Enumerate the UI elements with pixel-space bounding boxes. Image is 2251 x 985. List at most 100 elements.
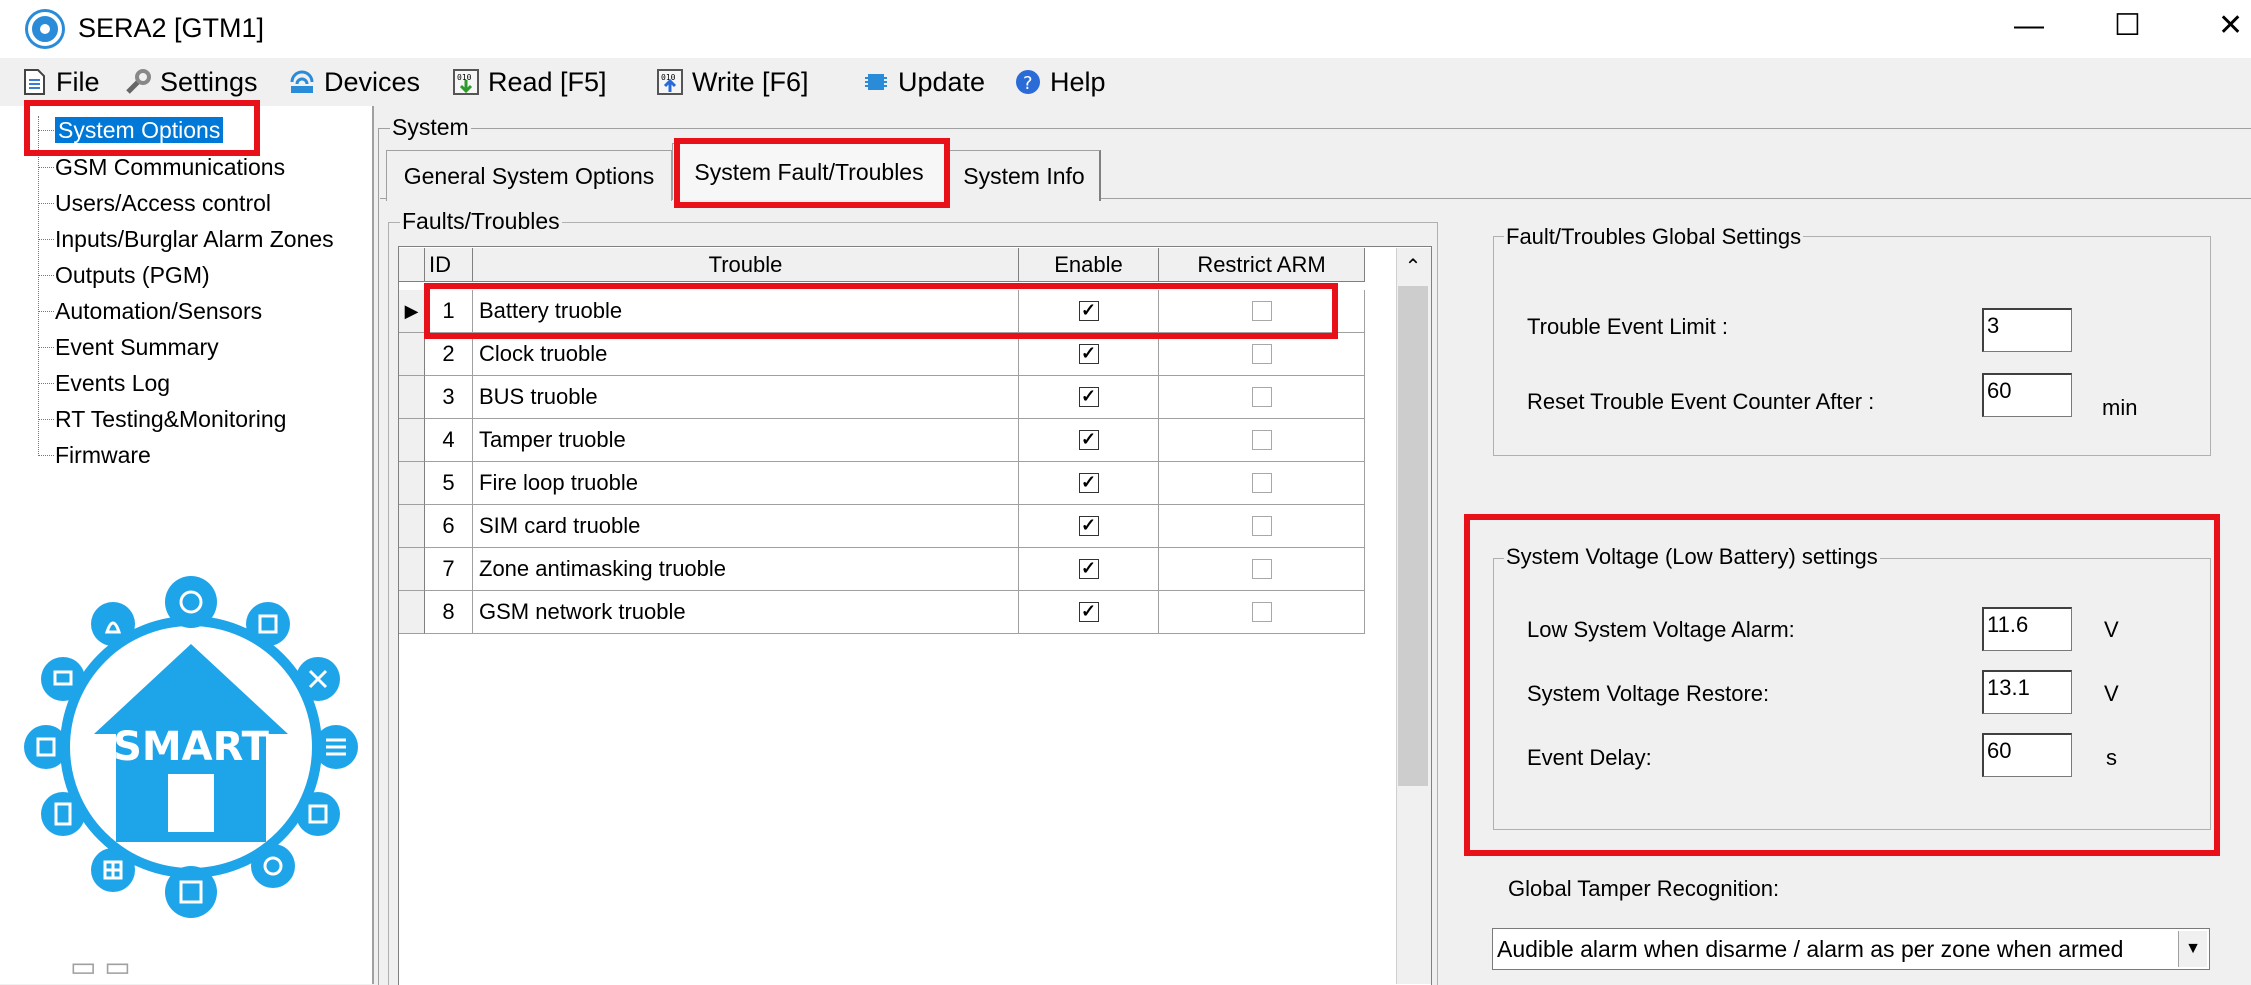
tree-connector (38, 275, 54, 276)
row-selector[interactable] (399, 505, 425, 548)
table-row[interactable]: 4 Tamper truoble ✓ (399, 419, 1365, 462)
current-row-arrow-icon[interactable]: ▶ (399, 290, 425, 333)
table-row[interactable]: 8 GSM network truoble ✓ (399, 591, 1365, 634)
table-row[interactable]: 7 Zone antimasking truoble ✓ (399, 548, 1365, 591)
restrict-arm-cell (1159, 419, 1365, 462)
menu-read-label: Read [F5] (488, 66, 607, 97)
tree-connector (38, 383, 54, 384)
menu-settings[interactable]: Settings (124, 64, 258, 100)
scroll-up-arrow-icon[interactable]: ⌃ (1398, 250, 1428, 284)
chip-icon (862, 68, 890, 96)
menu-file[interactable]: File (20, 64, 100, 100)
logo-text: SMART (113, 724, 270, 770)
restrict-arm-cell (1159, 591, 1365, 634)
row-id: 5 (425, 462, 473, 505)
column-header-restrict-arm[interactable]: Restrict ARM (1159, 248, 1365, 282)
row-trouble-name: BUS truoble (473, 376, 1019, 419)
menu-bar: File Settings Devices 010 Read [F5] 010 … (0, 58, 2251, 106)
global-settings-group (1493, 236, 2211, 456)
tree-connector (38, 311, 54, 312)
enable-cell: ✓ (1019, 376, 1159, 419)
tab-general-system-options[interactable]: General System Options (386, 150, 672, 201)
restrict-arm-checkbox[interactable] (1251, 473, 1272, 493)
enable-checkbox[interactable]: ✓ (1078, 430, 1099, 450)
column-header-trouble[interactable]: Trouble (473, 248, 1019, 282)
title-bar (0, 0, 2251, 58)
tree-item-users-access[interactable]: Users/Access control (55, 188, 271, 218)
tamper-recognition-label: Global Tamper Recognition: (1508, 876, 1780, 901)
enable-checkbox[interactable]: ✓ (1078, 602, 1099, 622)
row-selector[interactable] (399, 462, 425, 505)
minimize-button[interactable]: — (2014, 6, 2044, 46)
tree-item-gsm-communications[interactable]: GSM Communications (55, 152, 285, 182)
tree-connector (38, 347, 54, 348)
tree-item-automation[interactable]: Automation/Sensors (55, 296, 262, 326)
restrict-arm-checkbox[interactable] (1251, 387, 1272, 407)
table-row[interactable]: 3 BUS truoble ✓ (399, 376, 1365, 419)
enable-checkbox[interactable]: ✓ (1078, 344, 1099, 364)
enable-checkbox[interactable]: ✓ (1078, 516, 1099, 536)
tree-item-event-summary[interactable]: Event Summary (55, 332, 219, 362)
row-id: 4 (425, 419, 473, 462)
row-selector[interactable] (399, 548, 425, 591)
tree-item-events-log[interactable]: Events Log (55, 368, 170, 398)
column-header-enable[interactable]: Enable (1019, 248, 1159, 282)
menu-update-label: Update (898, 66, 986, 97)
app-icon (28, 12, 62, 46)
menu-settings-label: Settings (160, 66, 258, 97)
maximize-button[interactable]: ☐ (2114, 6, 2141, 46)
highlight-battery-row (424, 283, 1338, 339)
restrict-arm-cell (1159, 548, 1365, 591)
enable-cell: ✓ (1019, 333, 1159, 376)
menu-devices[interactable]: Devices (288, 64, 420, 100)
scroll-thumb[interactable] (1398, 286, 1428, 786)
enable-cell: ✓ (1019, 419, 1159, 462)
menu-help[interactable]: ? Help (1014, 64, 1106, 100)
tree-item-inputs-zones[interactable]: Inputs/Burglar Alarm Zones (55, 224, 334, 254)
enable-checkbox[interactable]: ✓ (1078, 559, 1099, 579)
menu-write-label: Write [F6] (692, 66, 809, 97)
event-limit-input[interactable]: 3 (1982, 308, 2072, 352)
row-id: 3 (425, 376, 473, 419)
close-button[interactable]: ✕ (2218, 6, 2243, 46)
row-trouble-name: Fire loop truoble (473, 462, 1019, 505)
enable-checkbox[interactable]: ✓ (1078, 387, 1099, 407)
enable-checkbox[interactable]: ✓ (1078, 473, 1099, 493)
tree-item-firmware[interactable]: Firmware (55, 440, 151, 470)
table-row[interactable]: 6 SIM card truoble ✓ (399, 505, 1365, 548)
restrict-arm-checkbox[interactable] (1251, 559, 1272, 579)
row-selector[interactable] (399, 419, 425, 462)
tree-item-outputs[interactable]: Outputs (PGM) (55, 260, 210, 290)
row-id: 8 (425, 591, 473, 634)
table-row[interactable]: 5 Fire loop truoble ✓ (399, 462, 1365, 505)
tree-connector (38, 419, 54, 420)
enable-cell: ✓ (1019, 591, 1159, 634)
svg-text:?: ? (1023, 73, 1033, 94)
event-limit-label: Trouble Event Limit : (1527, 314, 1728, 339)
faults-group-title: Faults/Troubles (400, 208, 562, 235)
tree-item-rt-testing[interactable]: RT Testing&Monitoring (55, 404, 286, 434)
row-trouble-name: Clock truoble (473, 333, 1019, 376)
grid-corner-header (399, 248, 425, 282)
restrict-arm-cell (1159, 376, 1365, 419)
dropdown-arrow-icon[interactable]: ▼ (2178, 931, 2207, 967)
reset-counter-input[interactable]: 60 (1982, 373, 2072, 417)
menu-write[interactable]: 010 Write [F6] (656, 64, 809, 100)
row-selector[interactable] (399, 376, 425, 419)
table-row[interactable]: 2 Clock truoble ✓ (399, 333, 1365, 376)
row-trouble-name: SIM card truoble (473, 505, 1019, 548)
row-id: 7 (425, 548, 473, 591)
menu-read[interactable]: 010 Read [F5] (452, 64, 607, 100)
read-icon: 010 (452, 68, 480, 96)
column-header-id[interactable]: ID (425, 248, 473, 282)
row-selector[interactable] (399, 333, 425, 376)
tab-system-info[interactable]: System Info (948, 150, 1101, 201)
tamper-recognition-select[interactable]: Audible alarm when disarme / alarm as pe… (1492, 928, 2210, 970)
menu-update[interactable]: Update (862, 64, 985, 100)
restrict-arm-checkbox[interactable] (1251, 602, 1272, 622)
row-selector[interactable] (399, 591, 425, 634)
restrict-arm-checkbox[interactable] (1251, 430, 1272, 450)
restrict-arm-checkbox[interactable] (1251, 344, 1272, 364)
restrict-arm-checkbox[interactable] (1251, 516, 1272, 536)
menu-file-label: File (56, 66, 100, 97)
